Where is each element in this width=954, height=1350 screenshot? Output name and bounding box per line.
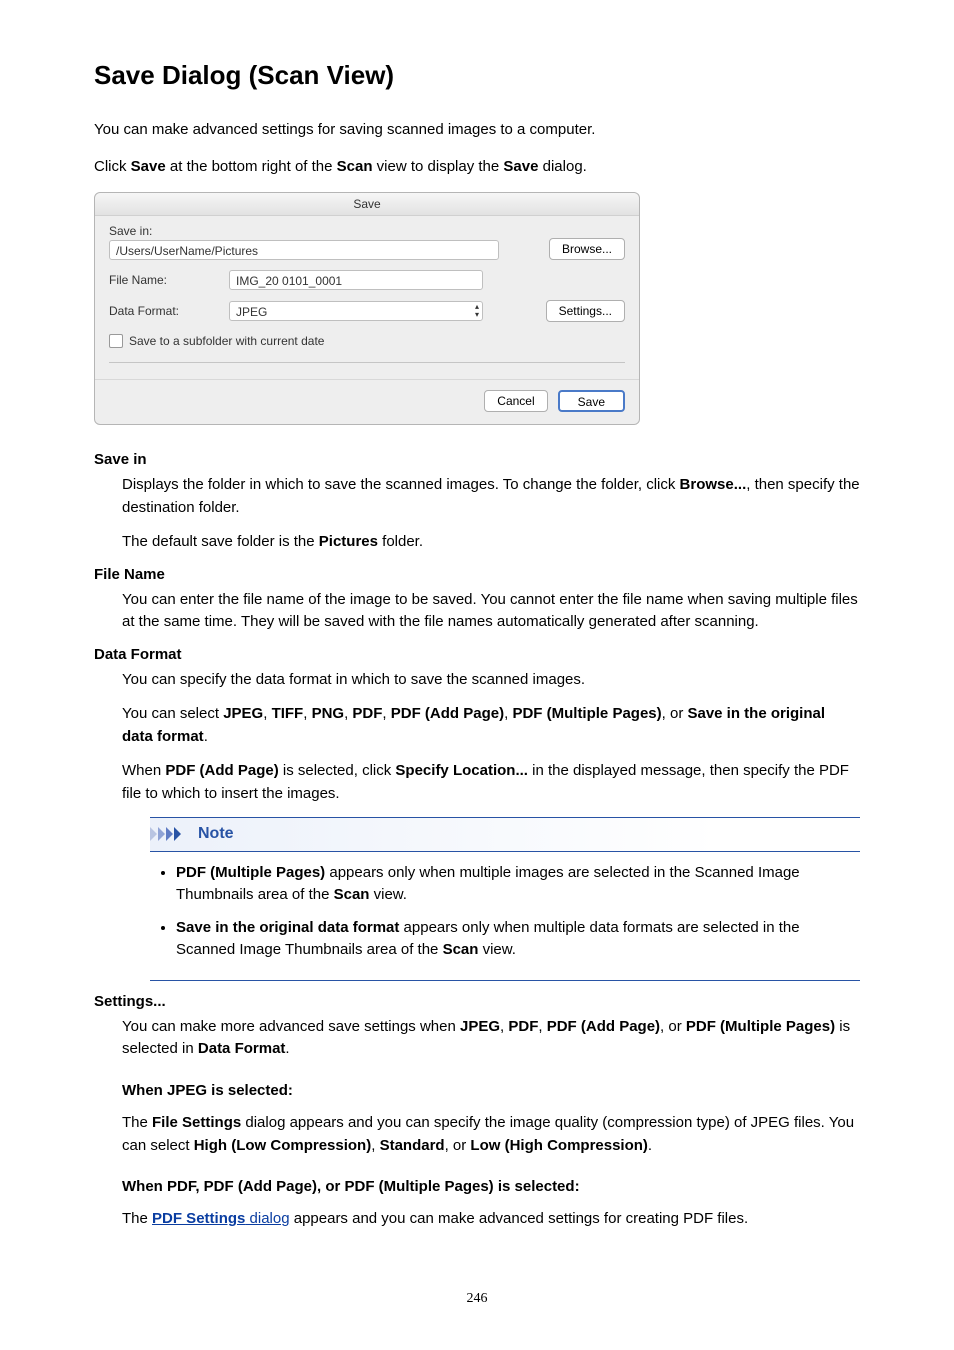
data-format-select[interactable]: JPEG ▴▾ xyxy=(229,301,483,321)
bold: PNG xyxy=(312,705,345,722)
text: You can make more advanced save settings… xyxy=(122,1018,460,1035)
save-button[interactable]: Save xyxy=(558,390,625,412)
def-title-save-in: Save in xyxy=(94,451,860,468)
note-arrows-icon xyxy=(150,827,190,841)
text: view. xyxy=(369,886,407,903)
bold: Scan xyxy=(334,886,370,903)
select-arrows-icon: ▴▾ xyxy=(475,303,479,319)
bold: Save in the original data format xyxy=(176,919,399,936)
bold: Low (High Compression) xyxy=(470,1137,648,1154)
note-title: Note xyxy=(198,822,234,847)
cancel-button[interactable]: Cancel xyxy=(484,390,547,412)
def-body-save-in: Displays the folder in which to save the… xyxy=(122,474,860,554)
intro-paragraph-2: Click Save at the bottom right of the Sc… xyxy=(94,156,860,179)
text: . xyxy=(285,1040,289,1057)
text: , or xyxy=(660,1018,686,1035)
bold: PDF (Multiple Pages) xyxy=(512,705,661,722)
bold: PDF xyxy=(352,705,382,722)
note-item-1: PDF (Multiple Pages) appears only when m… xyxy=(176,862,860,907)
text: The xyxy=(122,1114,152,1131)
bold: JPEG xyxy=(460,1018,500,1035)
text: You can select xyxy=(122,705,223,722)
data-format-value: JPEG xyxy=(236,305,267,319)
bold: PDF xyxy=(508,1018,538,1035)
text: at the bottom right of the xyxy=(166,158,337,175)
bold: PDF Settings xyxy=(152,1210,245,1227)
bold: Scan xyxy=(337,158,373,175)
save-in-path[interactable]: /Users/UserName/Pictures xyxy=(109,240,499,260)
bold: Standard xyxy=(380,1137,445,1154)
bold: JPEG xyxy=(223,705,263,722)
bold: Data Format xyxy=(198,1040,286,1057)
intro-paragraph-1: You can make advanced settings for savin… xyxy=(94,119,860,142)
text: Click xyxy=(94,158,131,175)
def-body-data-format: You can specify the data format in which… xyxy=(122,669,860,981)
text: Displays the folder in which to save the… xyxy=(122,476,680,493)
note-box: Note PDF (Multiple Pages) appears only w… xyxy=(150,817,860,981)
bold: Specify Location... xyxy=(395,762,528,779)
def-body-file-name: You can enter the file name of the image… xyxy=(122,589,860,634)
def-title-data-format: Data Format xyxy=(94,646,860,663)
text: view. xyxy=(478,941,516,958)
save-dialog-screenshot: Save Save in: /Users/UserName/Pictures B… xyxy=(94,192,640,425)
text: . xyxy=(648,1137,652,1154)
bold: TIFF xyxy=(272,705,304,722)
file-name-input[interactable]: IMG_20 0101_0001 xyxy=(229,270,483,290)
text: folder. xyxy=(378,533,423,550)
bold: PDF (Add Page) xyxy=(165,762,278,779)
def-body-settings: You can make more advanced save settings… xyxy=(122,1016,860,1231)
bold: Browse... xyxy=(680,476,747,493)
text: dialog. xyxy=(538,158,586,175)
bold: File Settings xyxy=(152,1114,241,1131)
text: When xyxy=(122,762,165,779)
file-name-label: File Name: xyxy=(109,273,219,287)
bold: Pictures xyxy=(319,533,378,550)
data-format-label: Data Format: xyxy=(109,304,219,318)
bold: Save xyxy=(503,158,538,175)
save-in-label: Save in: xyxy=(109,224,625,238)
text: is selected, click xyxy=(279,762,396,779)
text: , or xyxy=(445,1137,471,1154)
text: dialog xyxy=(245,1210,289,1227)
bold: High (Low Compression) xyxy=(194,1137,372,1154)
bold: Scan xyxy=(443,941,479,958)
settings-button[interactable]: Settings... xyxy=(546,300,625,322)
page-number: 246 xyxy=(94,1291,860,1307)
page-title: Save Dialog (Scan View) xyxy=(94,60,860,91)
bold: Save xyxy=(131,158,166,175)
subfolder-checkbox[interactable] xyxy=(109,334,123,348)
text: The default save folder is the xyxy=(122,533,319,550)
text: You can specify the data format in which… xyxy=(122,669,860,692)
pdf-settings-link[interactable]: PDF Settings dialog xyxy=(152,1210,290,1227)
subhead-pdf: When PDF, PDF (Add Page), or PDF (Multip… xyxy=(122,1175,860,1198)
subfolder-label: Save to a subfolder with current date xyxy=(129,334,324,348)
text: You can enter the file name of the image… xyxy=(122,589,860,634)
bold: PDF (Multiple Pages) xyxy=(176,864,325,881)
text: appears and you can make advanced settin… xyxy=(290,1210,749,1227)
text: . xyxy=(204,728,208,745)
note-item-2: Save in the original data format appears… xyxy=(176,917,860,962)
text: , or xyxy=(662,705,688,722)
bold: PDF (Add Page) xyxy=(391,705,504,722)
bold: PDF (Multiple Pages) xyxy=(686,1018,835,1035)
subhead-jpeg: When JPEG is selected: xyxy=(122,1079,860,1102)
def-title-file-name: File Name xyxy=(94,566,860,583)
dialog-title: Save xyxy=(95,193,639,216)
def-title-settings: Settings... xyxy=(94,993,860,1010)
browse-button[interactable]: Browse... xyxy=(549,238,625,260)
bold: PDF (Add Page) xyxy=(547,1018,660,1035)
text: view to display the xyxy=(373,158,504,175)
text: The xyxy=(122,1210,152,1227)
